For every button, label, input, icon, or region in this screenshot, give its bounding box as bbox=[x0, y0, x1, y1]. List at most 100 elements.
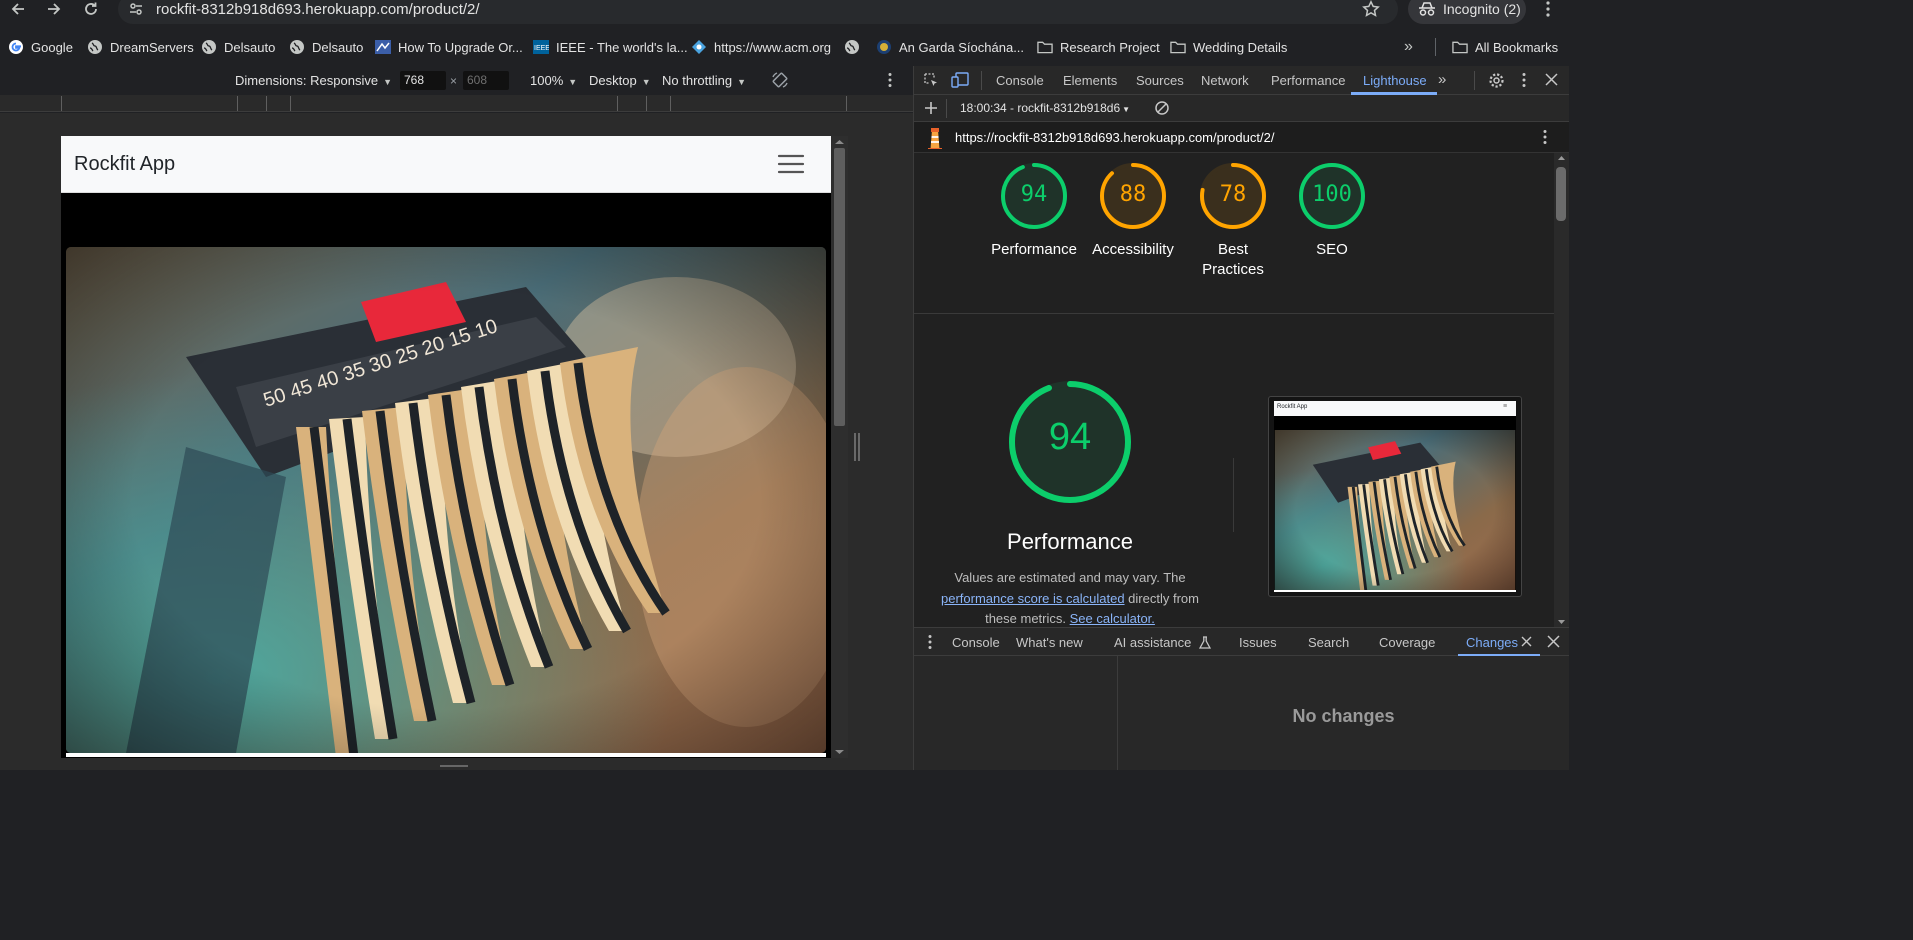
zoom-dropdown[interactable]: 100% ▼ bbox=[530, 73, 577, 88]
back-button[interactable] bbox=[4, 0, 32, 18]
incognito-indicator[interactable]: Incognito (2) bbox=[1408, 0, 1526, 24]
forward-button[interactable] bbox=[40, 0, 68, 18]
resize-handle-bottom[interactable] bbox=[440, 764, 468, 770]
lighthouse-report: 94 Performance 88 Accessibility 78 Best Practi… bbox=[914, 153, 1569, 627]
gauge-label: Accessibility bbox=[1092, 241, 1174, 258]
reload-button[interactable] bbox=[77, 0, 105, 18]
report-menu-button[interactable] bbox=[1541, 129, 1549, 145]
thumbnail-navbar: Rockfit App ≡ bbox=[1274, 401, 1516, 416]
report-url[interactable]: https://rockfit-8312b918d693.herokuapp.c… bbox=[955, 130, 1274, 145]
report-scrollbar[interactable] bbox=[1554, 153, 1569, 627]
tab-network[interactable]: Network bbox=[1201, 73, 1249, 88]
url-text[interactable]: rockfit-8312b918d693.herokuapp.com/produ… bbox=[156, 1, 480, 18]
tab-performance[interactable]: Performance bbox=[1271, 73, 1345, 88]
rotate-icon bbox=[772, 72, 788, 88]
clear-reports-button[interactable] bbox=[1154, 100, 1170, 116]
tab-console[interactable]: Console bbox=[996, 73, 1044, 88]
scroll-up-icon[interactable] bbox=[1554, 153, 1569, 163]
vertical-divider bbox=[1233, 458, 1234, 532]
media-query-ruler[interactable] bbox=[0, 95, 913, 112]
new-report-button[interactable] bbox=[923, 100, 939, 116]
scroll-up-icon[interactable] bbox=[831, 137, 848, 147]
tab-elements[interactable]: Elements bbox=[1063, 73, 1117, 88]
page-scrollbar[interactable] bbox=[831, 136, 848, 758]
bookmark-label: An Garda Síochána... bbox=[899, 39, 1025, 55]
close-devtools-button[interactable] bbox=[1545, 73, 1558, 86]
drawer-tab-changes[interactable]: Changes bbox=[1466, 635, 1518, 650]
bookmark-dreamservers[interactable]: DreamServers bbox=[87, 38, 194, 56]
drawer-tab-whats-new[interactable]: What's new bbox=[1016, 635, 1083, 650]
scrollbar-thumb[interactable] bbox=[1556, 167, 1566, 221]
changes-panel: No changes bbox=[914, 656, 1569, 770]
throttling-dropdown[interactable]: No throttling ▼ bbox=[662, 73, 746, 88]
drawer-tab-console[interactable]: Console bbox=[952, 635, 1000, 650]
bookmark-ieee[interactable]: IEEE IEEE - The world's la... bbox=[533, 38, 688, 56]
score-gauge-best-practices[interactable]: 78 Best Practices bbox=[1183, 162, 1283, 280]
changes-file-list bbox=[914, 656, 1118, 770]
tab-lighthouse[interactable]: Lighthouse bbox=[1363, 73, 1427, 88]
more-tabs-button[interactable]: » bbox=[1438, 71, 1446, 88]
drawer-menu-button[interactable] bbox=[926, 634, 934, 650]
bookmark-folder-research[interactable]: Research Project bbox=[1037, 38, 1160, 56]
report-url-bar: https://rockfit-8312b918d693.herokuapp.c… bbox=[914, 122, 1569, 153]
inspect-element-button[interactable] bbox=[923, 72, 939, 88]
width-input[interactable]: 768 bbox=[400, 71, 446, 90]
close-drawer-button[interactable] bbox=[1547, 635, 1560, 648]
settings-button[interactable] bbox=[1488, 72, 1505, 89]
gear-icon bbox=[1489, 73, 1504, 88]
browser-menu-icon[interactable] bbox=[1540, 0, 1556, 18]
more-vert-icon bbox=[928, 635, 932, 649]
score-calculated-link[interactable]: performance score is calculated bbox=[941, 591, 1125, 606]
final-screenshot-thumbnail[interactable]: Rockfit App ≡ bbox=[1268, 396, 1522, 597]
no-changes-message: No changes bbox=[1292, 706, 1395, 726]
drawer-tab-search[interactable]: Search bbox=[1308, 635, 1349, 650]
device-type-dropdown[interactable]: Desktop ▼ bbox=[589, 73, 651, 88]
all-bookmarks-button[interactable]: All Bookmarks bbox=[1452, 38, 1558, 56]
bookmark-google[interactable]: Google bbox=[8, 38, 73, 56]
tab-sources[interactable]: Sources bbox=[1136, 73, 1184, 88]
bookmark-delsauto-2[interactable]: Delsauto bbox=[289, 38, 363, 56]
bookmark-how-to-upgrade[interactable]: How To Upgrade Or... bbox=[375, 38, 523, 56]
report-selector[interactable]: 18:00:34 - rockfit-8312b918d6 ▼ bbox=[960, 101, 1130, 115]
bookmark-star-icon[interactable] bbox=[1362, 0, 1380, 18]
more-bookmarks-button[interactable]: » bbox=[1404, 38, 1413, 56]
close-changes-tab-button[interactable] bbox=[1521, 636, 1532, 647]
ruler-tick bbox=[646, 96, 647, 111]
device-toolbar-toggle[interactable] bbox=[951, 72, 969, 88]
bookmark-globe[interactable] bbox=[844, 38, 867, 56]
drawer-tab-coverage[interactable]: Coverage bbox=[1379, 635, 1435, 650]
globe-icon bbox=[844, 39, 860, 55]
navbar-toggler[interactable] bbox=[774, 149, 808, 179]
ruler-tick bbox=[266, 96, 267, 111]
scroll-down-icon[interactable] bbox=[1554, 617, 1569, 627]
address-bar[interactable]: rockfit-8312b918d693.herokuapp.com/produ… bbox=[118, 0, 1398, 24]
score-gauge-performance[interactable]: 94 Performance bbox=[984, 162, 1084, 260]
height-input[interactable]: 608 bbox=[463, 71, 509, 90]
drawer-tab-issues[interactable]: Issues bbox=[1239, 635, 1277, 650]
browser-toolbar: rockfit-8312b918d693.herokuapp.com/produ… bbox=[0, 0, 1568, 34]
drawer-tab-ai-assistance[interactable]: AI assistance bbox=[1114, 635, 1211, 650]
see-calculator-link[interactable]: See calculator. bbox=[1070, 611, 1155, 626]
devtools-menu-button[interactable] bbox=[1520, 72, 1528, 88]
block-icon bbox=[1155, 101, 1169, 115]
bookmark-folder-wedding[interactable]: Wedding Details bbox=[1170, 38, 1287, 56]
scroll-down-icon[interactable] bbox=[831, 747, 848, 757]
bookmarks-bar: Google DreamServers Delsauto Delsauto Ho… bbox=[0, 34, 1568, 60]
scrollbar-thumb[interactable] bbox=[834, 148, 845, 426]
score-gauge-accessibility[interactable]: 88 Accessibility bbox=[1083, 162, 1183, 260]
rotate-button[interactable] bbox=[771, 71, 789, 89]
score-gauge-seo[interactable]: 100 SEO bbox=[1282, 162, 1382, 260]
site-info-icon[interactable] bbox=[128, 1, 144, 17]
site-brand[interactable]: Rockfit App bbox=[74, 153, 175, 176]
device-toolbar-more-button[interactable] bbox=[884, 72, 896, 88]
bookmark-label: https://www.acm.org bbox=[714, 39, 832, 55]
drawer-tabbar: Console What's new AI assistance Issues … bbox=[914, 627, 1569, 656]
globe-icon bbox=[289, 39, 305, 55]
bookmark-label: DreamServers bbox=[110, 39, 194, 55]
bookmark-acm[interactable]: https://www.acm.org bbox=[691, 38, 831, 56]
dimensions-dropdown[interactable]: Dimensions: Responsive ▼ bbox=[235, 73, 392, 88]
bookmark-label: Wedding Details bbox=[1193, 39, 1288, 55]
resize-handle-right[interactable] bbox=[853, 433, 861, 461]
bookmark-garda[interactable]: An Garda Síochána... bbox=[876, 38, 1024, 56]
bookmark-delsauto-1[interactable]: Delsauto bbox=[201, 38, 275, 56]
